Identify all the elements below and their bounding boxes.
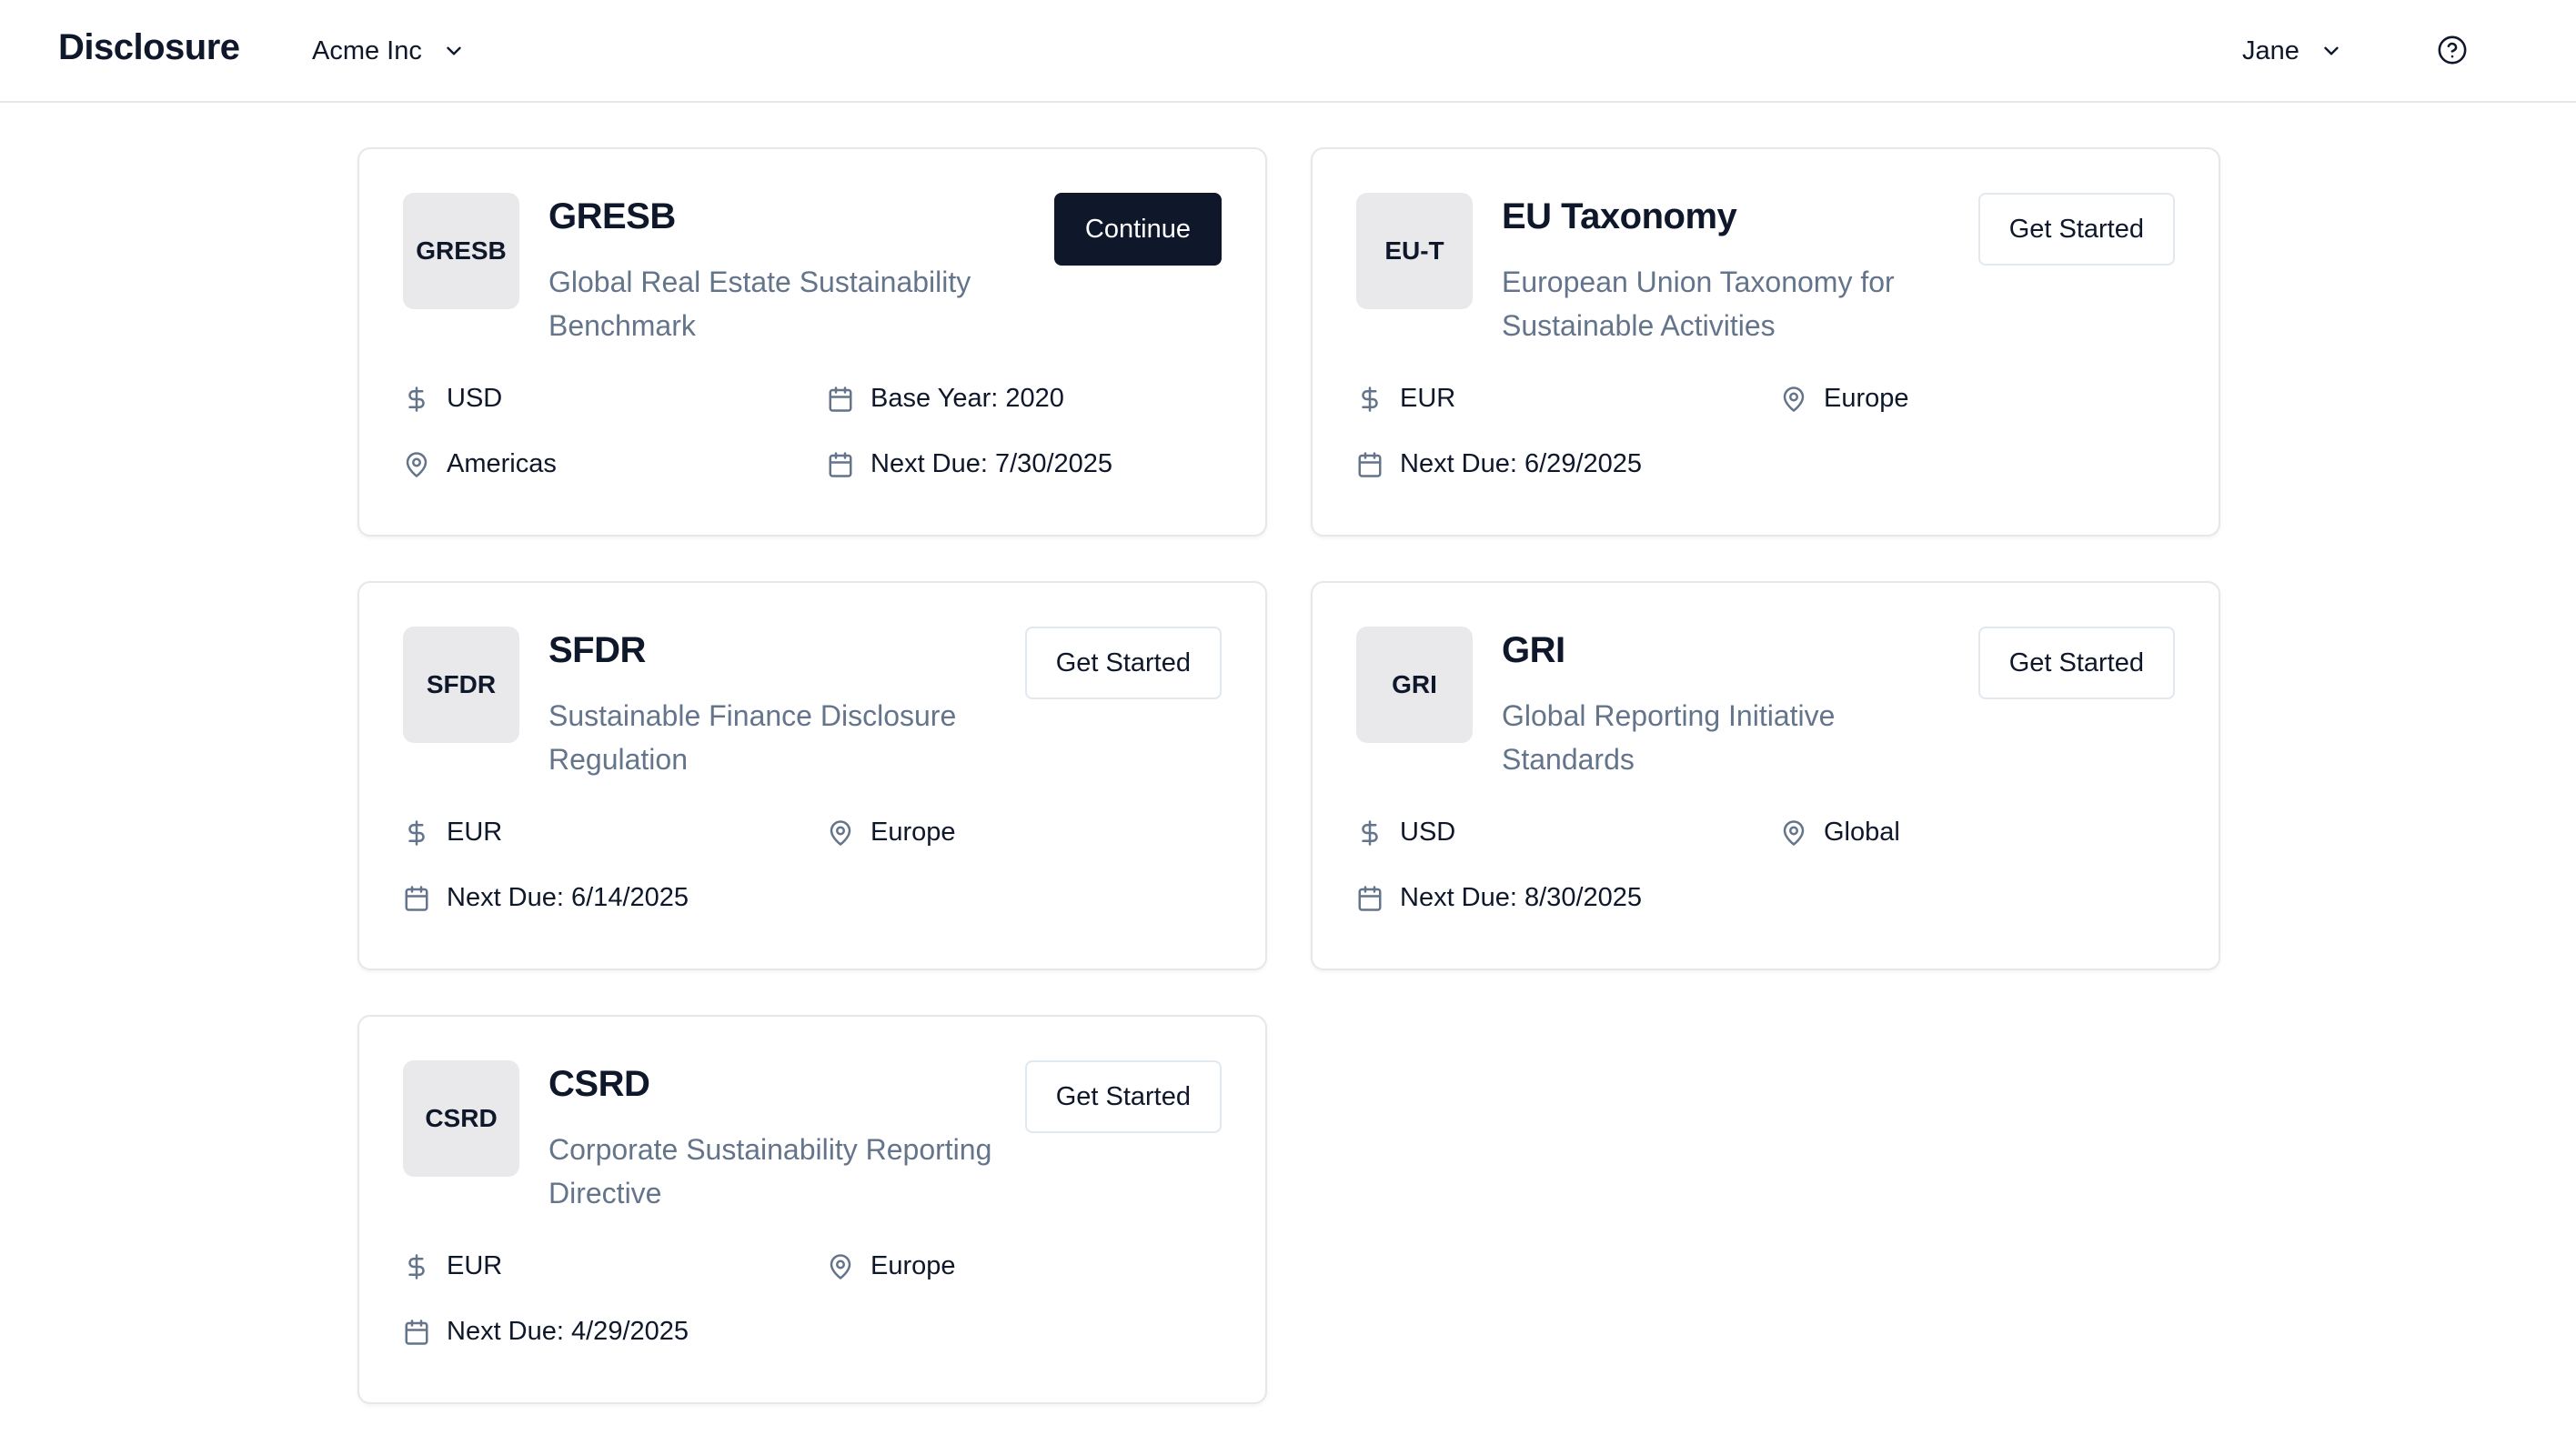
next-due-info: Next Due: 6/14/2025: [403, 883, 689, 913]
app-logo[interactable]: Disclosure: [58, 27, 240, 68]
framework-title: GRESB: [548, 196, 676, 236]
region-info: Europe: [827, 1251, 956, 1281]
organization-switcher[interactable]: Acme Inc: [312, 31, 466, 71]
currency-info: EUR: [403, 1251, 502, 1281]
base-year-info: Base Year: 2020: [827, 384, 1064, 414]
dollar-sign-icon: [1362, 386, 1378, 412]
get-started-button[interactable]: Get Started: [1977, 627, 2175, 699]
region-label: Europe: [1824, 384, 1909, 413]
currency-label: EUR: [447, 1251, 503, 1280]
next-due-label: Next Due: 7/30/2025: [870, 449, 1113, 478]
framework-badge: EU-T: [1356, 193, 1473, 309]
continue-button[interactable]: Continue: [1053, 193, 1222, 266]
help-circle-icon: [2438, 35, 2467, 65]
framework-title: GRI: [1502, 630, 1565, 670]
framework-badge: SFDR: [403, 627, 519, 743]
framework-description: European Union Taxonomy for Sustainable …: [1502, 266, 1895, 342]
calendar-icon: [405, 885, 428, 911]
framework-title: SFDR: [548, 630, 646, 670]
map-pin-icon: [1783, 819, 1805, 846]
framework-card-sfdr: SFDR SFDR Sustainable Finance Disclosure…: [357, 581, 1267, 970]
calendar-icon: [1358, 451, 1382, 477]
chevron-down-icon: [447, 46, 461, 55]
framework-title: CSRD: [548, 1064, 650, 1104]
chevron-down-icon: [2324, 46, 2339, 55]
next-due-info: Next Due: 7/30/2025: [827, 449, 1112, 479]
region-info: Europe: [1780, 384, 1909, 414]
next-due-label: Next Due: 6/29/2025: [1400, 449, 1643, 478]
region-label: Europe: [870, 818, 956, 847]
get-started-button[interactable]: Get Started: [1024, 1060, 1222, 1133]
next-due-info: Next Due: 6/29/2025: [1356, 449, 1642, 479]
base-year-label: Base Year: 2020: [870, 384, 1064, 413]
framework-card-gri: GRI GRI Global Reporting Initiative Stan…: [1311, 581, 2220, 970]
currency-info: USD: [1356, 818, 1455, 848]
top-navigation-bar: Disclosure Acme Inc Jane: [0, 0, 2576, 103]
get-started-button[interactable]: Get Started: [1024, 627, 1222, 699]
user-name: Jane: [2242, 35, 2299, 65]
next-due-label: Next Due: 6/14/2025: [447, 883, 689, 912]
region-info: Americas: [403, 449, 557, 479]
framework-badge: CSRD: [403, 1060, 519, 1177]
map-pin-icon: [830, 819, 851, 846]
next-due-label: Next Due: 4/29/2025: [447, 1317, 689, 1346]
map-pin-icon: [830, 1253, 851, 1279]
calendar-icon: [829, 451, 852, 477]
framework-description: Corporate Sustainability Reporting Direc…: [548, 1133, 992, 1209]
framework-badge: GRI: [1356, 627, 1473, 743]
region-label: Europe: [870, 1251, 956, 1280]
currency-info: EUR: [403, 818, 502, 848]
calendar-icon: [405, 1319, 428, 1345]
framework-title: EU Taxonomy: [1502, 196, 1737, 236]
framework-card-gresb: GRESB GRESB Global Real Estate Sustainab…: [357, 147, 1267, 537]
next-due-label: Next Due: 8/30/2025: [1400, 883, 1643, 912]
user-menu[interactable]: Jane: [2242, 31, 2343, 71]
next-due-info: Next Due: 4/29/2025: [403, 1317, 689, 1347]
organization-name: Acme Inc: [312, 35, 422, 65]
region-label: Americas: [447, 449, 557, 478]
help-button[interactable]: [2436, 33, 2469, 67]
framework-description: Global Reporting Initiative Standards: [1502, 699, 1836, 776]
currency-label: USD: [1400, 818, 1456, 847]
framework-card-csrd: CSRD CSRD Corporate Sustainability Repor…: [357, 1015, 1267, 1404]
dollar-sign-icon: [1362, 819, 1378, 846]
map-pin-icon: [406, 451, 428, 477]
calendar-icon: [829, 386, 852, 412]
dollar-sign-icon: [408, 1253, 425, 1279]
region-info: Europe: [827, 818, 956, 848]
dollar-sign-icon: [408, 819, 425, 846]
region-label: Global: [1824, 818, 1900, 847]
currency-info: EUR: [1356, 384, 1455, 414]
framework-badge: GRESB: [403, 193, 519, 309]
get-started-button[interactable]: Get Started: [1977, 193, 2175, 266]
currency-info: USD: [403, 384, 502, 414]
map-pin-icon: [1783, 386, 1805, 412]
currency-label: USD: [447, 384, 503, 413]
framework-description: Global Real Estate Sustainability Benchm…: [548, 266, 971, 342]
framework-description: Sustainable Finance Disclosure Regulatio…: [548, 699, 957, 776]
dollar-sign-icon: [408, 386, 425, 412]
currency-label: EUR: [1400, 384, 1456, 413]
region-info: Global: [1780, 818, 1900, 848]
currency-label: EUR: [447, 818, 503, 847]
next-due-info: Next Due: 8/30/2025: [1356, 883, 1642, 913]
framework-card-eu-taxonomy: EU-T EU Taxonomy European Union Taxonomy…: [1311, 147, 2220, 537]
calendar-icon: [1358, 885, 1382, 911]
